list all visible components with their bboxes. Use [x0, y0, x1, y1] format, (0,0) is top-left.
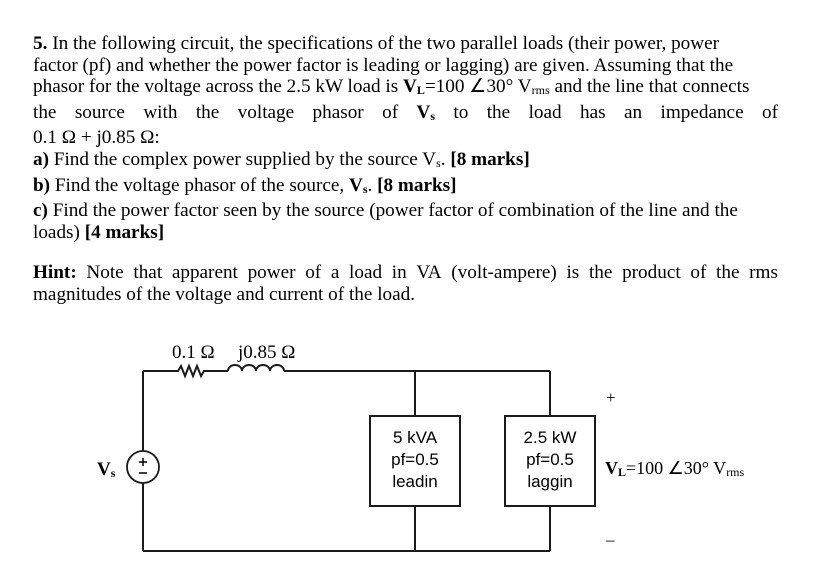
load1-type: leadin: [392, 472, 437, 491]
voltage-source-icon: [126, 450, 160, 484]
source-polarity-icon: [139, 458, 147, 474]
load2-type: laggin: [527, 472, 572, 491]
source-label: Vs: [97, 459, 116, 480]
inductor: [227, 364, 285, 372]
load1-pf: pf=0.5: [391, 450, 439, 469]
load2-pf: pf=0.5: [526, 450, 574, 469]
circuit-diagram: 0.1 Ω j0.85 Ω Vs 5 kVA pf=0.5 leadin 2.5…: [97, 342, 745, 552]
resistor: [163, 363, 218, 379]
load-voltage-minus: –: [605, 530, 615, 549]
load2-power: 2.5 kW: [524, 428, 577, 447]
load-voltage-label: VL=100 ∠30° Vrms: [605, 458, 745, 479]
load-voltage-plus: +: [606, 388, 616, 407]
inductor-label: j0.85 Ω: [237, 342, 295, 363]
load1-power: 5 kVA: [393, 428, 438, 447]
resistor-label: 0.1 Ω: [172, 342, 215, 363]
